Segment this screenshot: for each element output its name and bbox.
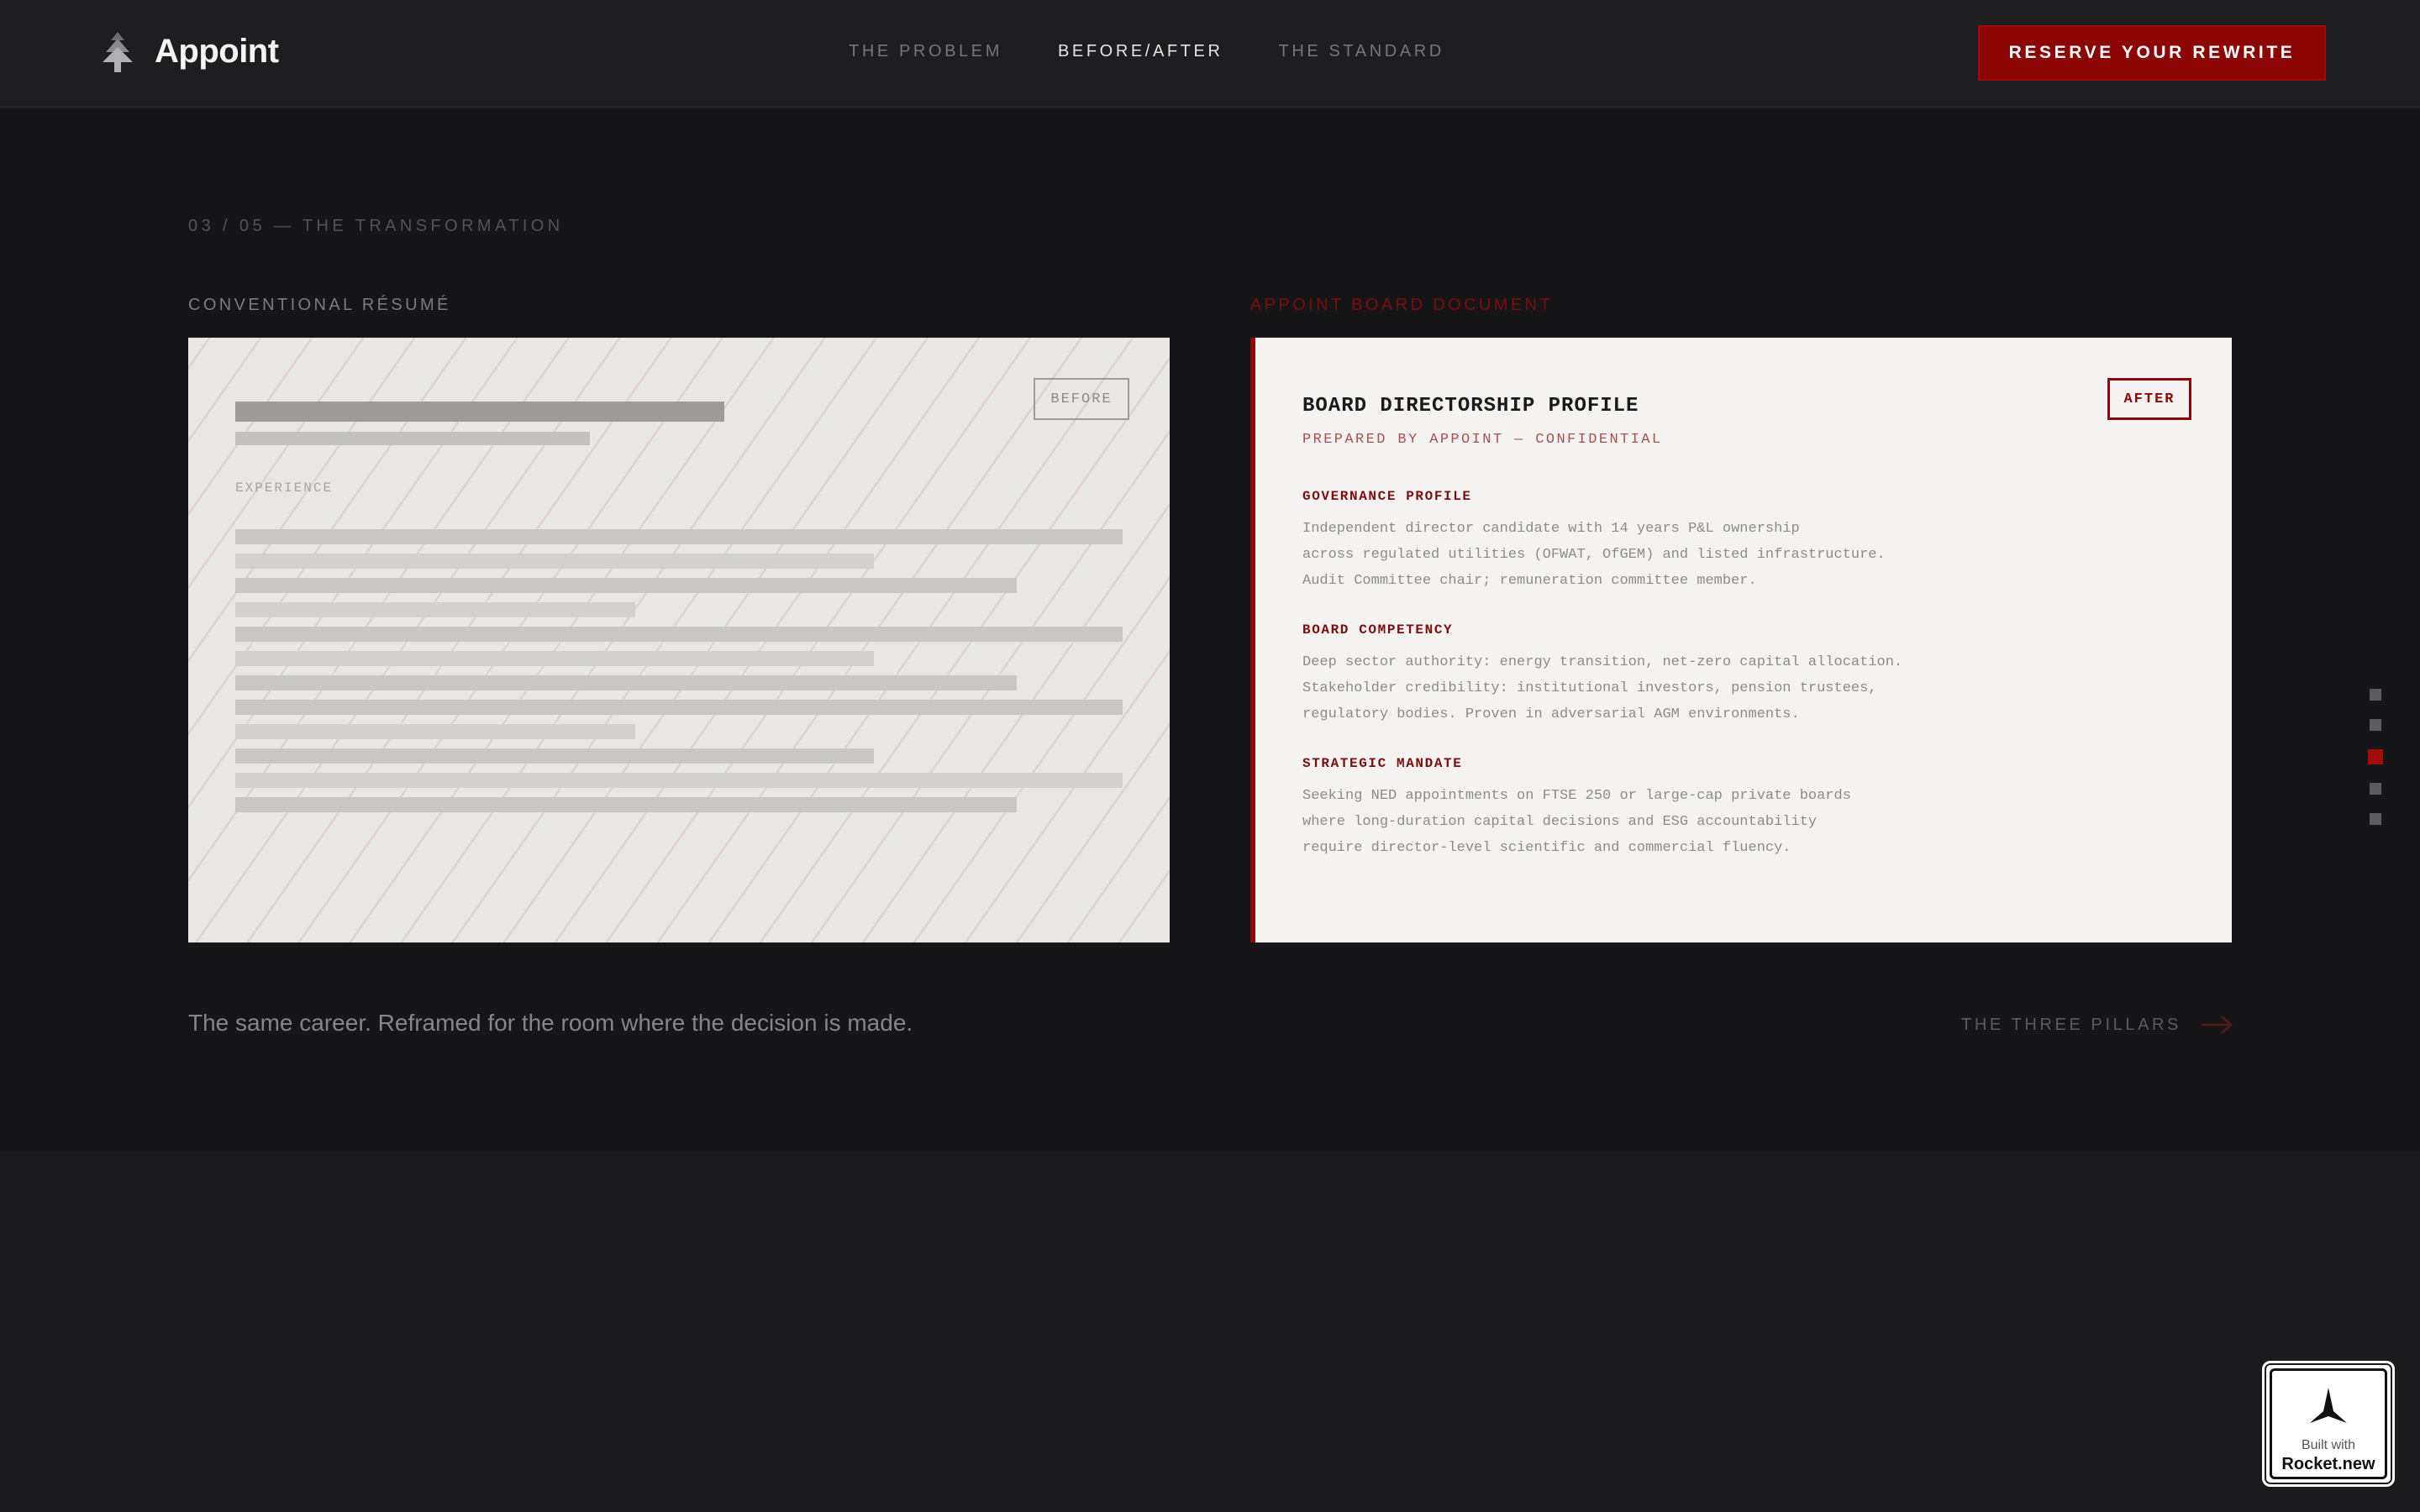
placeholder-name-bar <box>235 402 724 422</box>
pagination-dot-3-active[interactable] <box>2368 749 2383 764</box>
main-nav: THE PROBLEM BEFORE/AFTER THE STANDARD <box>849 42 1500 61</box>
appoint-logo-icon <box>103 32 133 72</box>
nav-item-the-standard[interactable]: THE STANDARD <box>1279 42 1444 61</box>
built-with-brand: Rocket.new <box>2281 1455 2375 1473</box>
arrow-right-icon <box>2202 1016 2233 1034</box>
placeholder-text-line <box>235 578 1017 593</box>
placeholder-text-line <box>235 554 874 569</box>
transformation-section: 03 / 05 — THE TRANSFORMATION CONVENTIONA… <box>0 109 2420 1151</box>
placeholder-text-line <box>235 675 1017 690</box>
after-badge: AFTER <box>2107 378 2191 420</box>
placeholder-text-line <box>235 748 874 764</box>
placeholder-text-line <box>235 627 1123 642</box>
placeholder-text-line <box>235 651 874 666</box>
pagination-dot-4[interactable] <box>2370 783 2381 795</box>
built-with-badge[interactable]: Built with Rocket.new <box>2262 1361 2395 1487</box>
after-board-document-card: AFTER BOARD DIRECTORSHIP PROFILE PREPARE… <box>1250 338 2232 942</box>
next-section-label: THE THREE PILLARS <box>1961 1015 2182 1034</box>
placeholder-text-line <box>235 773 1123 788</box>
strategic-mandate-section: STRATEGIC MANDATE Seeking NED appointmen… <box>1302 756 2059 861</box>
board-competency-section: BOARD COMPETENCY Deep sector authority: … <box>1302 622 2059 727</box>
section-body: Independent director candidate with 14 y… <box>1302 521 1886 589</box>
placeholder-text-line <box>235 724 635 739</box>
section-heading: BOARD COMPETENCY <box>1302 622 1454 638</box>
nav-item-before-after[interactable]: BEFORE/AFTER <box>1058 42 1223 61</box>
top-header: Appoint THE PROBLEM BEFORE/AFTER THE STA… <box>0 0 2420 108</box>
placeholder-text-line <box>235 602 635 617</box>
section-body: Deep sector authority: energy transition… <box>1302 654 1903 722</box>
brand-name: Appoint <box>155 32 279 70</box>
placeholder-text-line <box>235 700 1123 715</box>
experience-label: EXPERIENCE <box>235 480 334 496</box>
section-tagline: The same career. Reframed for the room w… <box>188 1010 913 1036</box>
section-heading: GOVERNANCE PROFILE <box>1302 489 1472 504</box>
pagination-dot-2[interactable] <box>2370 719 2381 731</box>
brand-logo[interactable]: Appoint <box>99 30 279 72</box>
pagination-dot-5[interactable] <box>2370 813 2381 825</box>
document-subtitle: PREPARED BY APPOINT — CONFIDENTIAL <box>1302 432 1663 448</box>
placeholder-text-line <box>235 797 1017 812</box>
section-heading: STRATEGIC MANDATE <box>1302 756 1463 771</box>
governance-profile-section: GOVERNANCE PROFILE Independent director … <box>1302 489 2059 594</box>
reserve-rewrite-button[interactable]: RESERVE YOUR REWRITE <box>1978 25 2326 81</box>
built-with-frame: Built with Rocket.new <box>2270 1368 2387 1479</box>
nav-item-the-problem[interactable]: THE PROBLEM <box>849 42 1002 61</box>
pagination-dot-1[interactable] <box>2370 689 2381 701</box>
before-resume-card: BEFORE EXPERIENCE <box>188 338 1170 942</box>
section-eyebrow: 03 / 05 — THE TRANSFORMATION <box>188 217 564 235</box>
placeholder-text-line <box>235 529 1123 544</box>
document-title: BOARD DIRECTORSHIP PROFILE <box>1302 395 1639 417</box>
before-badge: BEFORE <box>1034 378 1129 420</box>
after-column-label: APPOINT BOARD DOCUMENT <box>1250 296 1554 314</box>
before-column-label: CONVENTIONAL RÉSUMÉ <box>188 296 451 314</box>
section-pagination <box>2368 689 2383 843</box>
built-with-label: Built with <box>2301 1438 2356 1452</box>
next-section-link[interactable]: THE THREE PILLARS <box>1961 1015 2233 1035</box>
placeholder-subtitle-bar <box>235 432 590 445</box>
section-body: Seeking NED appointments on FTSE 250 or … <box>1302 788 1851 856</box>
rocket-icon <box>2310 1388 2347 1423</box>
